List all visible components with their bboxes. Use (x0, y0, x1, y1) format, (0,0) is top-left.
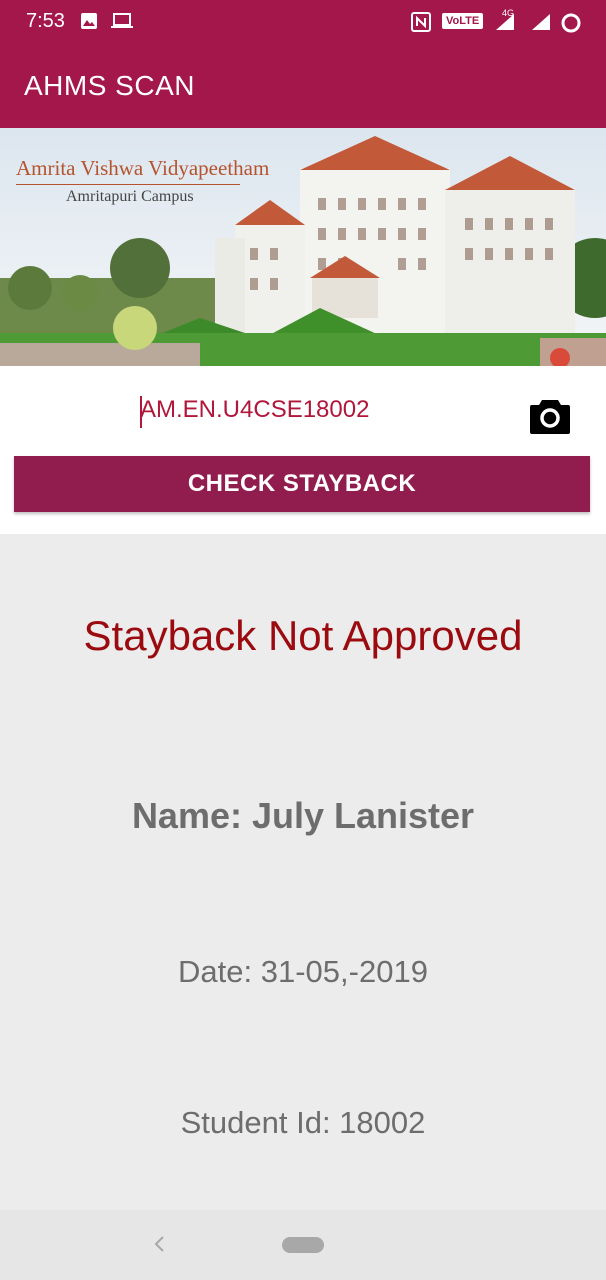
text-cursor (140, 396, 142, 428)
banner-title: Amrita Vishwa Vidyapeetham (16, 156, 270, 180)
check-stayback-button[interactable]: CHECK STAYBACK (14, 456, 590, 512)
app-title: AHMS SCAN (24, 70, 195, 101)
scan-form: CHECK STAYBACK (0, 366, 606, 534)
student-name: Name: July Lanister (131, 795, 475, 836)
student-id-label: Student Id: 18002 (180, 1105, 426, 1140)
student-id-input[interactable] (140, 390, 500, 430)
camera-button[interactable] (528, 396, 572, 436)
banner-subtitle: Amritapuri Campus (66, 188, 194, 205)
chevron-left-icon[interactable] (148, 1232, 172, 1256)
laptop-icon (111, 13, 133, 28)
battery-saver-icon (561, 13, 581, 33)
banner-rule (16, 184, 240, 185)
stayback-status: Stayback Not Approved (83, 612, 523, 659)
signal-icon (496, 14, 514, 30)
status-time: 7:53 (26, 10, 65, 32)
camera-icon (530, 400, 570, 434)
status-bar: 7:53 VoLTE 4G (0, 0, 606, 46)
nfc-icon (411, 12, 431, 32)
volte-badge: VoLTE (442, 13, 484, 29)
image-icon (81, 13, 97, 29)
signal-strength-icon (532, 14, 550, 30)
system-nav-bar (0, 1210, 606, 1280)
stayback-date: Date: 31-05,-2019 (178, 954, 428, 989)
app-bar: AHMS SCAN (0, 46, 606, 128)
home-pill-icon[interactable] (282, 1237, 324, 1253)
campus-banner: Amrita Vishwa Vidyapeetham Amritapuri Ca… (0, 128, 606, 366)
